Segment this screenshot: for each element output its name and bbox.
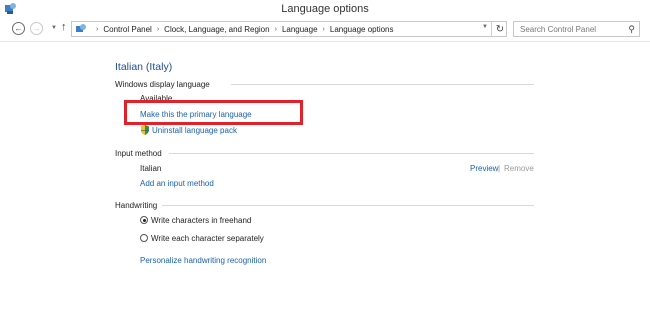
page-title: Italian (Italy): [115, 61, 173, 73]
section-title-display-language: Windows display language: [115, 80, 210, 89]
address-dropdown-icon[interactable]: ▼: [482, 24, 488, 30]
highlight-box: [124, 100, 303, 125]
refresh-icon[interactable]: ↻: [491, 21, 508, 37]
freehand-radio-label[interactable]: Write characters in freehand: [151, 216, 251, 225]
section-divider: [169, 153, 534, 154]
breadcrumb-item-language[interactable]: Language: [282, 25, 318, 34]
search-placeholder: Search Control Panel: [520, 24, 597, 34]
section-title-handwriting: Handwriting: [115, 201, 158, 210]
personalize-handwriting-link[interactable]: Personalize handwriting recognition: [140, 256, 266, 265]
search-input[interactable]: Search Control Panel ⚲: [513, 21, 640, 37]
breadcrumb[interactable]: › Control Panel › Clock, Language, and R…: [71, 21, 507, 37]
search-icon[interactable]: ⚲: [628, 24, 635, 35]
breadcrumb-item-language-options[interactable]: Language options: [330, 25, 394, 34]
input-method-name: Italian: [140, 164, 162, 173]
forward-button[interactable]: →: [30, 22, 43, 35]
breadcrumb-separator-icon[interactable]: ›: [275, 26, 277, 33]
freehand-radio[interactable]: [140, 216, 148, 224]
add-input-method-link[interactable]: Add an input method: [140, 179, 214, 188]
control-panel-icon: [76, 24, 86, 32]
breadcrumb-item-clock-language-region[interactable]: Clock, Language, and Region: [164, 25, 269, 34]
breadcrumb-separator-icon[interactable]: ›: [157, 26, 159, 33]
link-separator: |: [498, 164, 501, 173]
section-divider: [162, 205, 534, 206]
recent-pages-dropdown-icon[interactable]: ▼: [51, 25, 57, 31]
separate-characters-radio-label[interactable]: Write each character separately: [151, 234, 264, 243]
breadcrumb-separator-icon[interactable]: ›: [96, 26, 98, 33]
window-title: Language options: [281, 3, 369, 15]
section-title-input-method: Input method: [115, 149, 162, 158]
breadcrumb-separator-icon[interactable]: ›: [323, 26, 325, 33]
title-bar: Language options: [0, 0, 650, 17]
uninstall-language-pack-link[interactable]: Uninstall language pack: [152, 126, 237, 135]
uac-shield-icon: [141, 125, 149, 135]
section-divider: [231, 84, 534, 85]
up-arrow-icon[interactable]: ↑: [61, 21, 67, 33]
back-button[interactable]: ←: [12, 22, 25, 35]
preview-link[interactable]: Preview: [470, 164, 498, 173]
breadcrumb-item-control-panel[interactable]: Control Panel: [103, 25, 151, 34]
separate-characters-radio[interactable]: [140, 234, 148, 242]
remove-link[interactable]: Remove: [504, 164, 534, 173]
address-bar: ← → ▼ ↑ › Control Panel › Clock, Languag…: [0, 17, 650, 42]
